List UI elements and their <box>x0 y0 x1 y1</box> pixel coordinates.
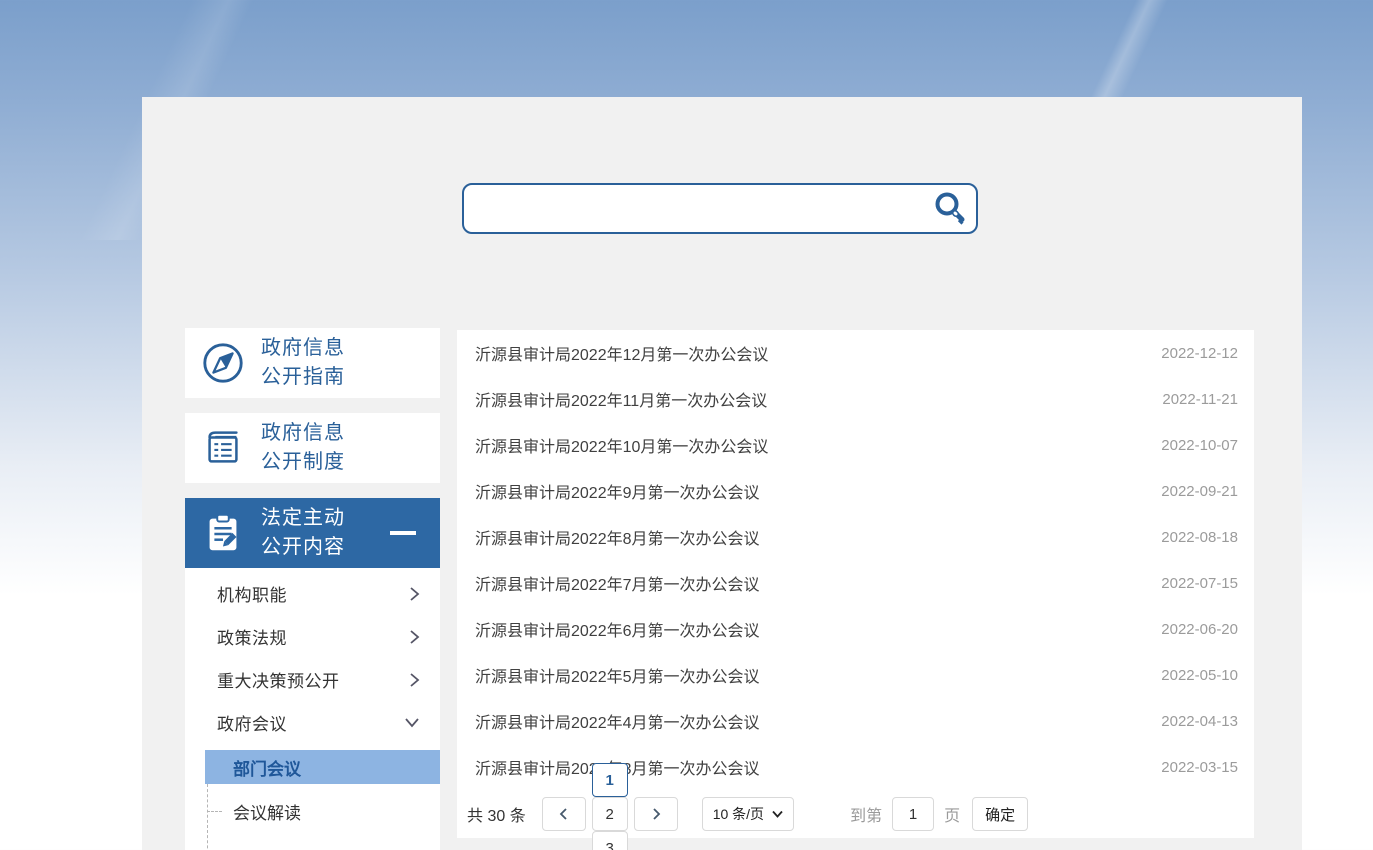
list-item-date: 2022-12-12 <box>1161 345 1238 362</box>
chevron-left-icon <box>558 807 570 821</box>
list-item[interactable]: 沂源县审计局2022年10月第一次办公会议 2022-10-07 <box>457 422 1254 468</box>
ledger-icon <box>185 425 261 471</box>
sidebar-item-system[interactable]: 政府信息 公开制度 <box>185 413 440 483</box>
list-item-title: 沂源县审计局2022年5月第一次办公会议 <box>475 663 760 687</box>
list-item-date: 2022-11-21 <box>1162 391 1238 408</box>
list-item-title: 沂源县审计局2022年11月第一次办公会议 <box>475 387 767 411</box>
goto-confirm-button[interactable]: 确定 <box>972 797 1028 831</box>
submenu-item-active[interactable]: 部门会议 <box>205 750 440 784</box>
page-size-label: 10 条/页 <box>713 804 764 824</box>
list-item-title: 沂源县审计局2022年10月第一次办公会议 <box>475 433 768 457</box>
menu-item-label: 机构职能 <box>217 581 287 606</box>
list-item[interactable]: 沂源县审计局2022年9月第一次办公会议 2022-09-21 <box>457 468 1254 514</box>
list-item[interactable]: 沂源县审计局2022年8月第一次办公会议 2022-08-18 <box>457 514 1254 560</box>
list-item[interactable]: 沂源县审计局2022年12月第一次办公会议 2022-12-12 <box>457 330 1254 376</box>
content-panel: 政府信息 公开指南 政府信息 公开制度 <box>142 97 1302 850</box>
chevron-right-icon <box>409 672 420 688</box>
chevron-right-icon <box>409 586 420 602</box>
list-item[interactable]: 沂源县审计局2022年6月第一次办公会议 2022-06-20 <box>457 606 1254 652</box>
meeting-list-panel: 沂源县审计局2022年12月第一次办公会议 2022-12-12 沂源县审计局2… <box>457 330 1254 838</box>
sidebar-item-label: 政府信息 公开指南 <box>261 334 345 392</box>
page-number-button[interactable]: 1 <box>592 763 628 797</box>
search-icon[interactable] <box>930 189 970 229</box>
list-item-title: 沂源县审计局2022年8月第一次办公会议 <box>475 525 760 549</box>
list-item-date: 2022-06-20 <box>1161 621 1238 638</box>
list-item[interactable]: 沂源县审计局2022年7月第一次办公会议 2022-07-15 <box>457 560 1254 606</box>
sidebar-item-label: 法定主动 公开内容 <box>261 504 345 562</box>
clipboard-pencil-icon <box>185 510 261 556</box>
list-item-date: 2022-10-07 <box>1161 437 1238 454</box>
page-number-button[interactable]: 3 <box>592 831 628 850</box>
sidebar-menu-item[interactable]: 政府会议 <box>185 701 440 744</box>
menu-item-label: 政策法规 <box>217 624 287 649</box>
sidebar-submenu: 部门会议会议解读 <box>185 750 440 833</box>
list-item-date: 2022-09-21 <box>1161 483 1238 500</box>
goto-prefix-label: 到第 <box>850 802 882 826</box>
submenu-item[interactable]: 会议解读 <box>185 789 440 833</box>
list-item[interactable]: 沂源县审计局2022年3月第一次办公会议 2022-03-15 <box>457 744 1254 790</box>
goto-page-input[interactable] <box>892 797 934 831</box>
list-item-date: 2022-08-18 <box>1161 529 1238 546</box>
list-item-date: 2022-04-13 <box>1161 713 1238 730</box>
list-item-date: 2022-05-10 <box>1161 667 1238 684</box>
sidebar-item-label: 政府信息 公开制度 <box>261 419 345 477</box>
list-item-title: 沂源县审计局2022年7月第一次办公会议 <box>475 571 760 595</box>
sidebar-menu: 机构职能 政策法规 重大决策预公开 政府会议 部门会议会议解读 <box>185 568 440 850</box>
list-item-date: 2022-03-15 <box>1161 759 1238 776</box>
goto-page-group: 到第 页 确定 <box>850 797 1028 831</box>
sidebar-item-guide[interactable]: 政府信息 公开指南 <box>185 328 440 398</box>
collapse-minus-icon[interactable] <box>390 531 416 535</box>
prev-page-button[interactable] <box>542 797 586 831</box>
total-count-label: 共 30 条 <box>467 802 526 826</box>
caret-down-icon <box>772 810 783 818</box>
chevron-right-icon <box>650 807 662 821</box>
list-item-title: 沂源县审计局2022年6月第一次办公会议 <box>475 617 760 641</box>
menu-item-label: 政府会议 <box>217 710 287 735</box>
sidebar-menu-item[interactable]: 政策法规 <box>185 615 440 658</box>
list-item-date: 2022-07-15 <box>1161 575 1238 592</box>
sidebar-item-legal-disclosure[interactable]: 法定主动 公开内容 <box>185 498 440 568</box>
chevron-right-icon <box>409 629 420 645</box>
list-item[interactable]: 沂源县审计局2022年5月第一次办公会议 2022-05-10 <box>457 652 1254 698</box>
list-item-title: 沂源县审计局2022年4月第一次办公会议 <box>475 709 760 733</box>
sidebar-menu-item[interactable]: 机构职能 <box>185 572 440 615</box>
menu-item-label: 重大决策预公开 <box>217 667 340 692</box>
list-item[interactable]: 沂源县审计局2022年11月第一次办公会议 2022-11-21 <box>457 376 1254 422</box>
sidebar-menu-item[interactable]: 重大决策预公开 <box>185 658 440 701</box>
list-item-title: 沂源县审计局2022年9月第一次办公会议 <box>475 479 760 503</box>
chevron-down-icon <box>404 717 420 728</box>
search-input[interactable] <box>464 185 930 232</box>
search-box <box>462 183 978 234</box>
page-size-select[interactable]: 10 条/页 <box>702 797 794 831</box>
next-page-button[interactable] <box>634 797 678 831</box>
meeting-list: 沂源县审计局2022年12月第一次办公会议 2022-12-12 沂源县审计局2… <box>457 330 1254 790</box>
sidebar: 政府信息 公开指南 政府信息 公开制度 <box>185 328 440 850</box>
list-item-title: 沂源县审计局2022年12月第一次办公会议 <box>475 341 768 365</box>
pagination-bar: 共 30 条 123 10 条/页 到第 页 <box>457 790 1254 838</box>
page-number-button[interactable]: 2 <box>592 797 628 831</box>
list-item[interactable]: 沂源县审计局2022年4月第一次办公会议 2022-04-13 <box>457 698 1254 744</box>
compass-icon <box>185 340 261 386</box>
goto-suffix-label: 页 <box>944 802 960 826</box>
